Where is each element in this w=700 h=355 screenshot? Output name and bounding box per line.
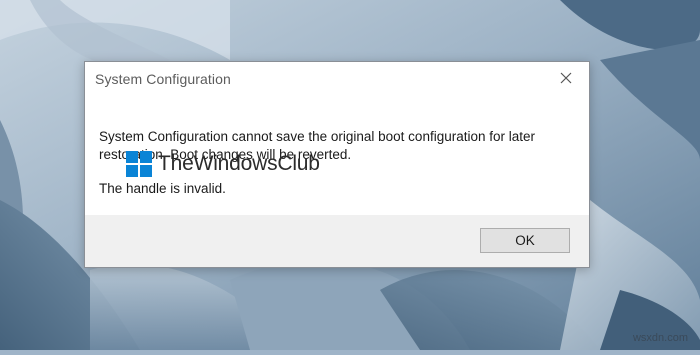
dialog-titlebar[interactable]: System Configuration [85,62,589,96]
dialog-detail: The handle is invalid. [99,181,226,196]
ok-button[interactable]: OK [480,228,570,253]
windows-logo-icon [126,151,152,177]
ok-button-label: OK [515,233,535,248]
dialog-footer: OK [85,215,589,267]
brand-watermark: TheWindowsClub [126,151,320,177]
close-icon [560,72,572,84]
site-watermark: wsxdn.com [632,332,688,344]
close-button[interactable] [543,62,589,94]
brand-text: TheWindowsClub [158,152,320,175]
dialog-title: System Configuration [95,71,231,87]
